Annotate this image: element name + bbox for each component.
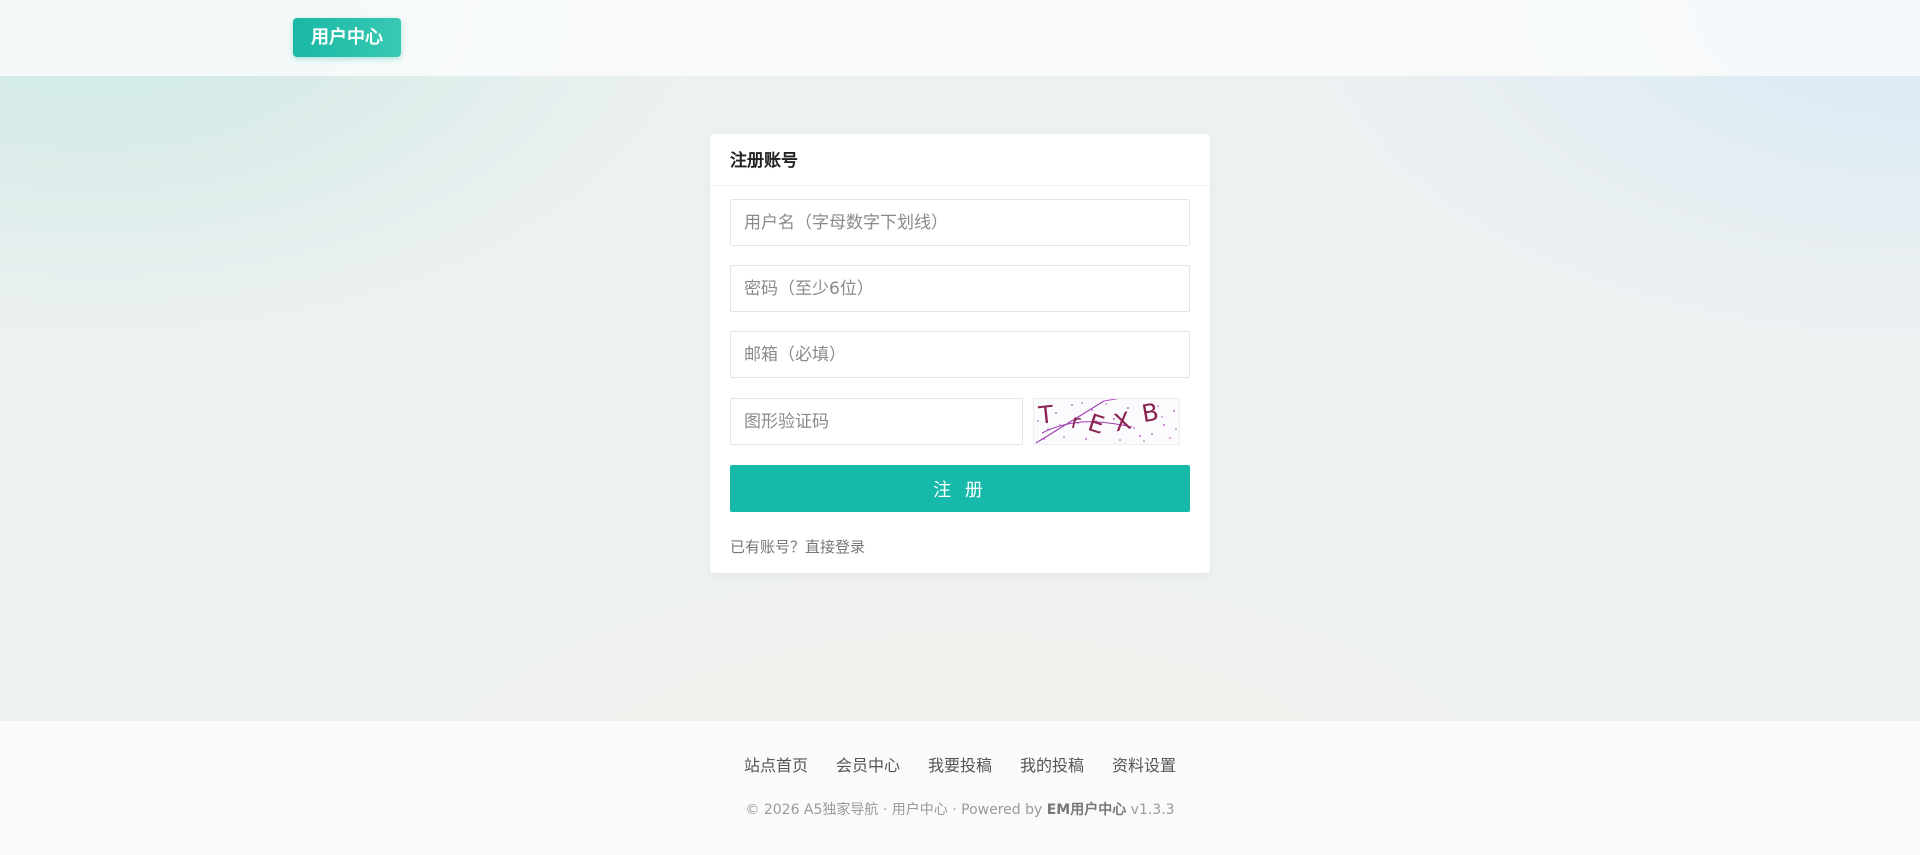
top-header: 用户中心 xyxy=(0,0,1920,76)
password-input[interactable] xyxy=(730,265,1190,312)
copyright-text: © 2026 A5独家导航 · 用户中心 · Powered by xyxy=(745,802,1047,818)
footer-link-submit[interactable]: 我要投稿 xyxy=(928,755,992,777)
captcha-graphic: T r E X B xyxy=(1035,399,1177,444)
register-title: 注册账号 xyxy=(730,151,798,171)
user-center-logo[interactable]: 用户中心 xyxy=(293,18,401,57)
email-input[interactable] xyxy=(730,331,1190,378)
captcha-char-1: T xyxy=(1036,400,1055,430)
version-text: v1.3.3 xyxy=(1126,802,1175,818)
brand-link[interactable]: EM用户中心 xyxy=(1047,802,1127,818)
login-link[interactable]: 直接登录 xyxy=(805,538,865,556)
captcha-char-4: X xyxy=(1111,407,1133,438)
login-prompt: 已有账号？直接登录 xyxy=(730,536,865,557)
page-footer: 站点首页 会员中心 我要投稿 我的投稿 资料设置 © 2026 A5独家导航 ·… xyxy=(0,721,1920,855)
footer-link-member-center[interactable]: 会员中心 xyxy=(836,755,900,777)
footer-nav: 站点首页 会员中心 我要投稿 我的投稿 资料设置 xyxy=(0,755,1920,777)
footer-link-home[interactable]: 站点首页 xyxy=(744,755,808,777)
captcha-input[interactable] xyxy=(730,398,1023,445)
card-header: 注册账号 xyxy=(710,134,1210,186)
username-input[interactable] xyxy=(730,199,1190,246)
footer-link-profile-settings[interactable]: 资料设置 xyxy=(1112,755,1176,777)
register-button[interactable]: 注 册 xyxy=(730,465,1190,512)
captcha-char-5: B xyxy=(1140,399,1161,428)
footer-link-my-submissions[interactable]: 我的投稿 xyxy=(1020,755,1084,777)
register-card: 注册账号 T r E xyxy=(710,134,1210,573)
have-account-text: 已有账号？ xyxy=(730,538,806,556)
captcha-image[interactable]: T r E X B xyxy=(1033,398,1180,445)
captcha-char-3: E xyxy=(1085,408,1108,439)
footer-copyright: © 2026 A5独家导航 · 用户中心 · Powered by EM用户中心… xyxy=(0,799,1920,819)
